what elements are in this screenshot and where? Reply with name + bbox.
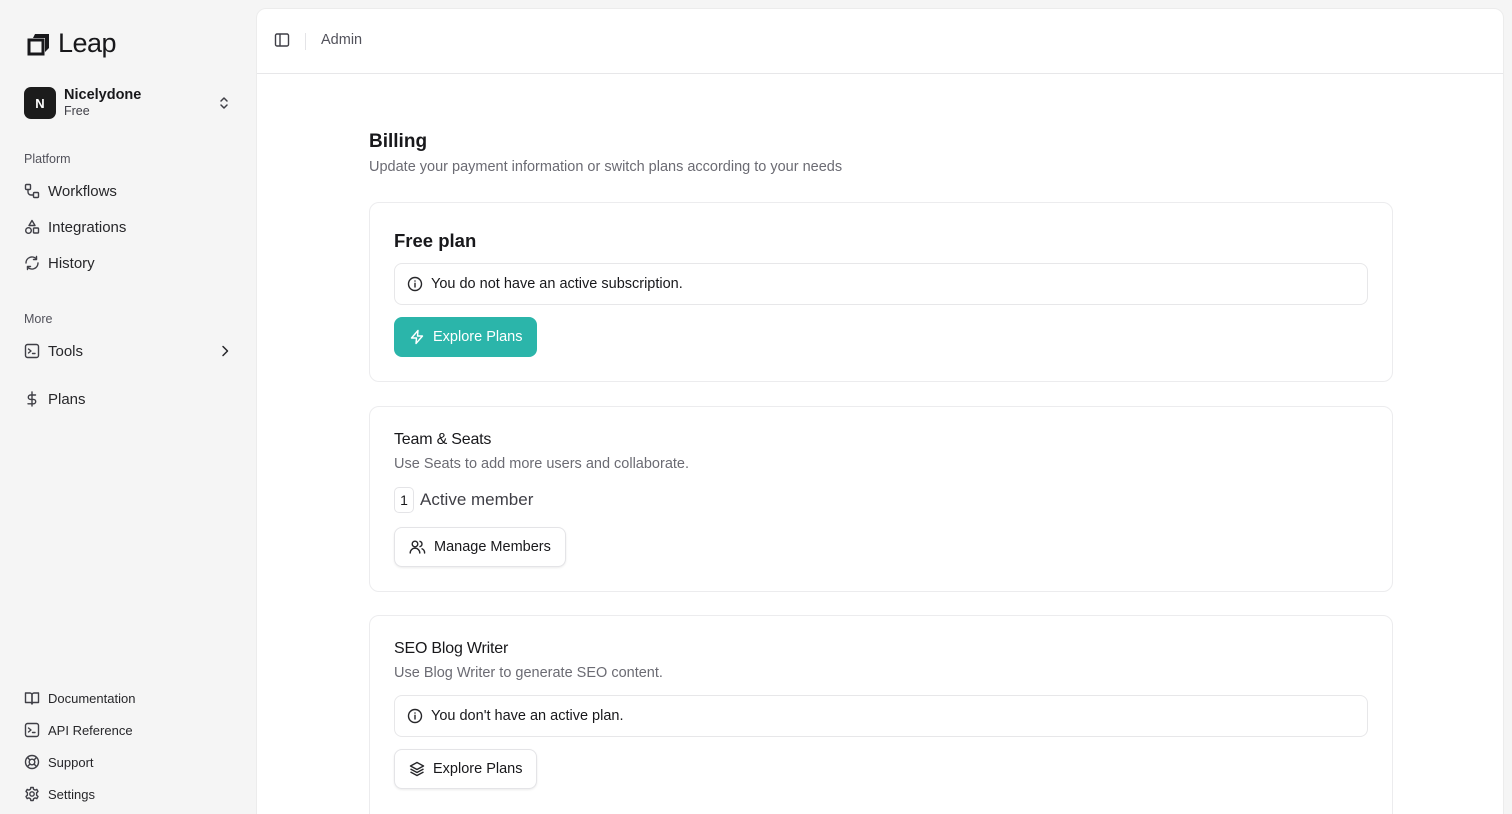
sidebar-item-documentation[interactable]: Documentation bbox=[24, 686, 236, 710]
sidebar-toggle-icon[interactable] bbox=[274, 32, 292, 50]
leap-logo-icon bbox=[26, 31, 52, 57]
sidebar-item-plans[interactable]: Plans bbox=[24, 385, 236, 413]
sidebar: Leap N Nicelydone Free Platform Workflow… bbox=[0, 0, 256, 814]
chevrons-up-down-icon bbox=[216, 95, 232, 111]
button-label: Explore Plans bbox=[433, 329, 523, 345]
sidebar-item-api-reference[interactable]: API Reference bbox=[24, 718, 236, 742]
workflow-icon bbox=[24, 183, 40, 199]
card-description: Use Blog Writer to generate SEO content. bbox=[394, 665, 663, 681]
chevron-right-icon bbox=[218, 344, 232, 358]
active-members: 1 Active member bbox=[394, 487, 533, 513]
lightning-icon bbox=[409, 329, 425, 345]
info-icon bbox=[407, 276, 423, 292]
divider bbox=[305, 33, 306, 50]
info-icon bbox=[407, 708, 423, 724]
brand-name: Leap bbox=[58, 28, 117, 58]
seo-blog-writer-card: SEO Blog Writer Use Blog Writer to gener… bbox=[369, 615, 1393, 814]
sidebar-item-support[interactable]: Support bbox=[24, 750, 236, 774]
book-icon bbox=[24, 690, 40, 706]
explore-plans-button[interactable]: Explore Plans bbox=[394, 749, 538, 789]
button-label: Manage Members bbox=[434, 539, 551, 555]
gear-icon bbox=[24, 786, 40, 802]
page-title: Billing bbox=[369, 131, 428, 152]
member-count-badge: 1 bbox=[394, 487, 414, 513]
layers-icon bbox=[409, 761, 425, 777]
subscription-alert: You do not have an active subscription. bbox=[394, 263, 1368, 305]
org-avatar: N bbox=[24, 87, 56, 119]
sidebar-item-settings[interactable]: Settings bbox=[24, 782, 236, 806]
refresh-icon bbox=[24, 255, 40, 271]
top-bar: Admin bbox=[257, 9, 1503, 74]
lifebuoy-icon bbox=[24, 754, 40, 770]
card-title: Team & Seats bbox=[394, 431, 492, 448]
team-seats-card: Team & Seats Use Seats to add more users… bbox=[369, 406, 1393, 592]
sidebar-item-label: Documentation bbox=[48, 690, 136, 706]
card-title: Free plan bbox=[394, 230, 477, 251]
free-plan-card: Free plan You do not have an active subs… bbox=[369, 202, 1393, 382]
sidebar-item-label: Plans bbox=[48, 390, 86, 408]
terminal-icon bbox=[24, 343, 40, 359]
sidebar-item-label: Tools bbox=[48, 342, 84, 360]
alert-text: You do not have an active subscription. bbox=[431, 276, 683, 292]
sidebar-item-integrations[interactable]: Integrations bbox=[24, 213, 236, 241]
users-icon bbox=[409, 539, 426, 555]
sidebar-item-tools[interactable]: Tools bbox=[24, 337, 236, 365]
sidebar-item-workflows[interactable]: Workflows bbox=[24, 177, 236, 205]
card-description: Use Seats to add more users and collabor… bbox=[394, 456, 689, 472]
button-label: Explore Plans bbox=[433, 761, 523, 777]
sidebar-item-history[interactable]: History bbox=[24, 249, 236, 277]
main-panel: Admin Billing Update your payment inform… bbox=[256, 8, 1504, 814]
terminal-icon bbox=[24, 722, 40, 738]
breadcrumb[interactable]: Admin bbox=[321, 32, 362, 48]
card-title: SEO Blog Writer bbox=[394, 640, 509, 657]
sidebar-item-label: Support bbox=[48, 754, 94, 770]
member-count-label: Active member bbox=[420, 490, 534, 509]
sidebar-item-label: API Reference bbox=[48, 722, 133, 738]
manage-members-button[interactable]: Manage Members bbox=[394, 527, 566, 567]
alert-text: You don't have an active plan. bbox=[431, 708, 624, 724]
sidebar-item-label: Workflows bbox=[48, 182, 117, 200]
org-name: Nicelydone bbox=[64, 87, 142, 103]
shapes-icon bbox=[24, 219, 40, 235]
page-subtitle: Update your payment information or switc… bbox=[369, 159, 843, 175]
sidebar-item-label: Integrations bbox=[48, 218, 127, 236]
org-switcher[interactable]: N Nicelydone Free bbox=[24, 86, 236, 120]
explore-plans-button[interactable]: Explore Plans bbox=[394, 317, 538, 357]
plan-alert: You don't have an active plan. bbox=[394, 695, 1368, 737]
dollar-icon bbox=[24, 391, 40, 407]
sidebar-item-label: Settings bbox=[48, 786, 95, 802]
sidebar-item-label: History bbox=[48, 254, 95, 272]
brand-logo[interactable]: Leap bbox=[26, 28, 117, 59]
section-label-platform: Platform bbox=[24, 152, 71, 166]
section-label-more: More bbox=[24, 312, 53, 326]
org-plan: Free bbox=[64, 104, 90, 118]
